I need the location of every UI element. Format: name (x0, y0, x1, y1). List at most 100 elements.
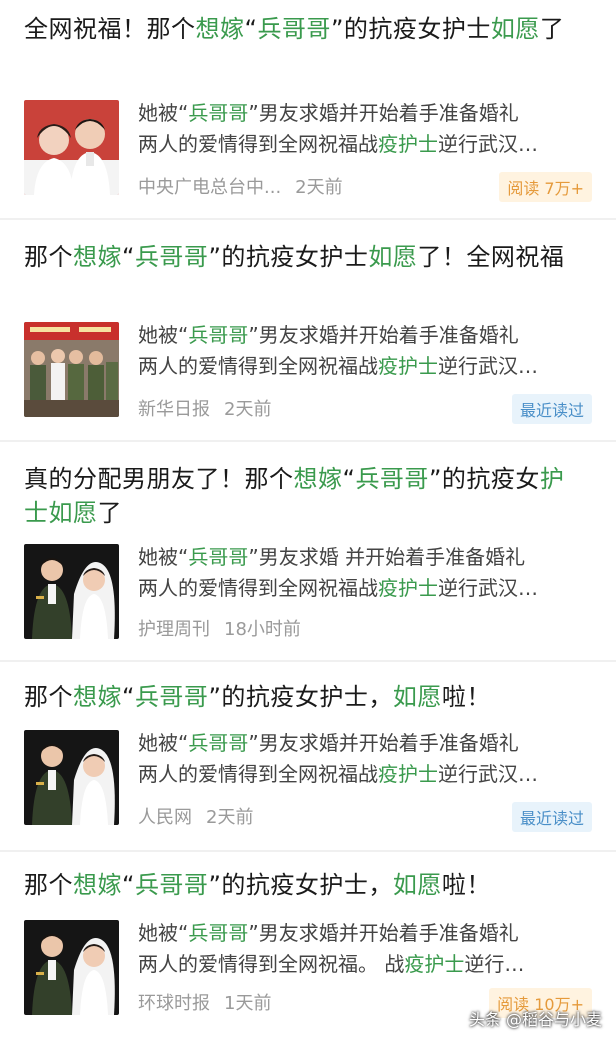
news-time: 2天前 (206, 807, 254, 828)
recently-read-badge: 最近读过 (511, 802, 592, 832)
snippet-line-1: 她被“兵哥哥”男友求婚并开始着手准备婚礼 (138, 320, 594, 351)
keyword-highlight: 兵哥哥 (355, 465, 429, 493)
text-segment: “ (244, 15, 258, 43)
news-time: 2天前 (295, 177, 343, 198)
news-snippet: 她被“兵哥哥”男友求婚并开始着手准备婚礼 两人的爱情得到全网祝福战疫护士逆行武汉… (138, 728, 594, 790)
news-meta: 新华日报 2天前 (138, 395, 271, 421)
keyword-highlight: 想嫁 (73, 683, 122, 711)
keyword-highlight: 疫护士 (378, 576, 438, 600)
keyword-highlight: 如愿 (392, 683, 442, 711)
keyword-highlight: 兵哥哥 (188, 101, 249, 125)
couple-nurse-photo-icon[interactable] (24, 100, 119, 195)
news-time: 1天前 (224, 993, 272, 1014)
text-segment: ”的抗疫女 (428, 465, 540, 493)
news-title[interactable]: 全网祝福！那个想嫁“兵哥哥”的抗疫女护士如愿了 (24, 12, 586, 46)
news-title[interactable]: 那个想嫁“兵哥哥”的抗疫女护士如愿了！全网祝福 (24, 240, 586, 274)
snippet-line-2: 两人的爱情得到全网祝福。 战疫护士逆行… (138, 949, 594, 980)
recently-read-badge: 最近读过 (511, 394, 592, 424)
text-segment: ”男友求婚并开始着手准备婚礼 (248, 921, 519, 945)
text-segment: ”男友求婚并开始着手准备婚礼 (248, 101, 519, 125)
text-segment: ”男友求婚并开始着手准备婚礼 (248, 731, 519, 755)
text-segment: 了 (97, 499, 122, 527)
soldiers-group-photo-icon[interactable] (24, 322, 119, 417)
text-segment: 那个 (24, 683, 73, 711)
text-segment: 逆行… (464, 952, 525, 976)
text-segment: 啦！ (441, 871, 491, 899)
snippet-line-1: 她被“兵哥哥”男友求婚并开始着手准备婚礼 (138, 728, 594, 759)
text-segment: 逆行武汉… (438, 762, 538, 786)
wedding-photo-icon[interactable] (24, 544, 119, 639)
text-segment: 两人的爱情得到全网祝福战 (138, 762, 378, 786)
text-segment: 全网祝福！那个 (24, 15, 196, 43)
text-segment: ”的抗疫女护士， (208, 683, 393, 711)
text-segment: 逆行武汉… (438, 354, 538, 378)
snippet-line-2: 两人的爱情得到全网祝福战疫护士逆行武汉… (138, 129, 594, 160)
text-segment: 她被“ (138, 921, 189, 945)
wedding-photo-icon[interactable] (24, 730, 119, 825)
text-segment: 两人的爱情得到全网祝福战 (138, 576, 378, 600)
text-segment: 她被“ (138, 323, 189, 347)
news-source: 环球时报 (138, 993, 210, 1014)
keyword-highlight: 想嫁 (73, 871, 122, 899)
text-segment: ”的抗疫女护士， (208, 871, 393, 899)
text-segment: “ (342, 465, 356, 493)
text-segment: ”男友求婚并开始着手准备婚礼 (248, 323, 519, 347)
snippet-line-2: 两人的爱情得到全网祝福战疫护士逆行武汉… (138, 351, 594, 382)
news-snippet: 她被“兵哥哥”男友求婚并开始着手准备婚礼 两人的爱情得到全网祝福战疫护士逆行武汉… (138, 98, 594, 160)
snippet-line-1: 她被“兵哥哥”男友求婚 并开始着手准备婚礼 (138, 542, 594, 573)
keyword-highlight: 兵哥哥 (134, 243, 209, 271)
text-segment: 真的分配男朋友了！那个 (24, 465, 294, 493)
text-segment: 那个 (24, 243, 73, 271)
snippet-line-1: 她被“兵哥哥”男友求婚并开始着手准备婚礼 (138, 98, 594, 129)
keyword-highlight: 兵哥哥 (188, 921, 249, 945)
text-segment: 两人的爱情得到全网祝福战 (138, 132, 378, 156)
news-meta: 中央广电总台中... 2天前 (138, 173, 343, 199)
keyword-highlight: 如愿 (392, 871, 442, 899)
text-segment: 她被“ (138, 731, 189, 755)
text-segment: ”的抗疫女护士 (330, 15, 491, 43)
keyword-highlight: 兵哥哥 (134, 871, 209, 899)
news-item[interactable]: 那个想嫁“兵哥哥”的抗疫女护士，如愿啦！ 她被“兵哥哥”男友求婚并开始着手准备婚… (0, 664, 616, 852)
text-segment: 逆行武汉… (438, 576, 538, 600)
wedding-photo-icon[interactable] (24, 920, 119, 1015)
text-segment: “ (122, 871, 135, 899)
text-segment: ”的抗疫女护士 (208, 243, 369, 271)
news-time: 18小时前 (224, 619, 301, 640)
keyword-highlight: 兵哥哥 (257, 15, 331, 43)
text-segment: 她被“ (138, 101, 189, 125)
keyword-highlight: 想嫁 (293, 465, 343, 493)
keyword-highlight: 如愿 (368, 243, 418, 271)
news-source: 中央广电总台中... (138, 177, 282, 198)
text-segment: 那个 (24, 871, 73, 899)
keyword-highlight: 兵哥哥 (188, 323, 249, 347)
snippet-line-1: 她被“兵哥哥”男友求婚并开始着手准备婚礼 (138, 918, 594, 949)
text-segment: 了 (539, 15, 565, 43)
news-item[interactable]: 真的分配男朋友了！那个想嫁“兵哥哥”的抗疫女护士如愿了 她被“兵哥哥”男友求婚 … (0, 444, 616, 662)
news-meta: 环球时报 1天前 (138, 989, 271, 1015)
text-segment: “ (122, 683, 135, 711)
news-time: 2天前 (224, 399, 272, 420)
keyword-highlight: 如愿 (490, 15, 540, 43)
text-segment: 了！全网祝福 (417, 243, 565, 271)
keyword-highlight: 想嫁 (195, 15, 245, 43)
keyword-highlight: 想嫁 (73, 243, 122, 271)
text-segment: 两人的爱情得到全网祝福战 (138, 354, 378, 378)
watermark: 头条 @稻谷与小麦 (468, 1010, 602, 1029)
news-source: 人民网 (138, 807, 192, 828)
news-item[interactable]: 那个想嫁“兵哥哥”的抗疫女护士如愿了！全网祝福 她被“兵哥哥”男友求婚并开始着手… (0, 222, 616, 442)
keyword-highlight: 疫护士 (378, 354, 438, 378)
news-source: 护理周刊 (138, 619, 210, 640)
news-title[interactable]: 那个想嫁“兵哥哥”的抗疫女护士，如愿啦！ (24, 680, 586, 714)
news-snippet: 她被“兵哥哥”男友求婚并开始着手准备婚礼 两人的爱情得到全网祝福战疫护士逆行武汉… (138, 320, 594, 382)
text-segment: 两人的爱情得到全网祝福。 战 (138, 952, 405, 976)
news-title[interactable]: 那个想嫁“兵哥哥”的抗疫女护士，如愿啦！ (24, 868, 586, 902)
text-segment: 逆行武汉… (438, 132, 538, 156)
keyword-highlight: 兵哥哥 (134, 683, 209, 711)
text-segment: 啦！ (441, 683, 491, 711)
keyword-highlight: 兵哥哥 (188, 731, 249, 755)
keyword-highlight: 疫护士 (404, 952, 465, 976)
news-source: 新华日报 (138, 399, 210, 420)
news-item[interactable]: 全网祝福！那个想嫁“兵哥哥”的抗疫女护士如愿了 她被“兵哥哥”男友求婚并开始着手… (0, 0, 616, 220)
news-title[interactable]: 真的分配男朋友了！那个想嫁“兵哥哥”的抗疫女护士如愿了 (24, 462, 586, 530)
keyword-highlight: 疫护士 (378, 132, 438, 156)
